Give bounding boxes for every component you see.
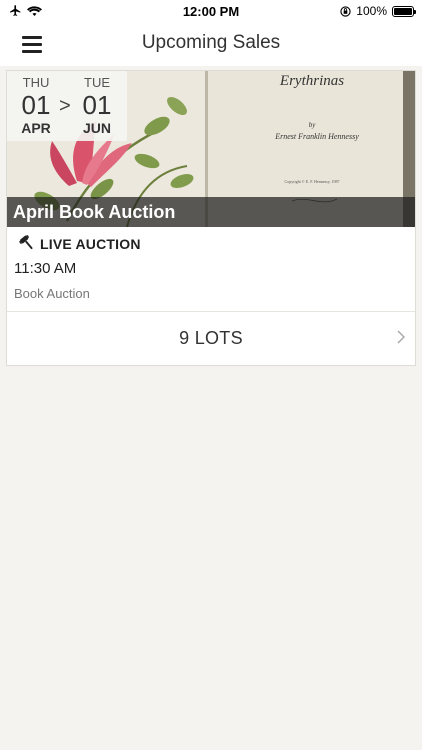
status-right: 100% xyxy=(340,4,416,18)
auction-type: LIVE AUCTION xyxy=(17,235,141,252)
sale-title[interactable]: April Book Auction xyxy=(13,202,175,223)
end-day-of-week: TUE xyxy=(84,75,110,90)
end-date: TUE 01 JUN xyxy=(76,75,118,136)
auction-type-label: LIVE AUCTION xyxy=(40,235,141,252)
sale-image[interactable]: Erythrinas by Ernest Franklin Hennessy C… xyxy=(7,71,415,227)
sale-time: 11:30 AM xyxy=(14,260,77,277)
sale-card[interactable]: Erythrinas by Ernest Franklin Hennessy C… xyxy=(6,70,416,366)
date-separator: > xyxy=(59,95,71,117)
image-book-author: Ernest Franklin Hennessy xyxy=(274,132,359,141)
start-day-of-week: THU xyxy=(22,75,50,90)
start-month: APR xyxy=(21,120,51,136)
end-day: 01 xyxy=(82,90,112,120)
battery-icon xyxy=(392,5,416,17)
orientation-lock-icon xyxy=(340,5,351,17)
sale-title-bar: April Book Auction xyxy=(7,197,415,227)
end-month: JUN xyxy=(82,120,111,136)
chevron-right-icon xyxy=(397,330,405,344)
page-title: Upcoming Sales xyxy=(141,32,281,53)
image-book-by: by xyxy=(309,121,317,129)
status-bar: 12:00 PM 100% xyxy=(0,0,422,24)
battery-percent: 100% xyxy=(356,4,387,18)
lots-button[interactable]: 9 LOTS xyxy=(7,312,415,366)
image-book-title: Erythrinas xyxy=(279,73,344,89)
start-day: 01 xyxy=(21,90,51,120)
sale-category: Book Auction xyxy=(14,286,90,301)
gavel-icon xyxy=(19,235,33,250)
date-range: THU 01 APR > TUE 01 JUN xyxy=(7,71,127,141)
lots-label: 9 LOTS xyxy=(179,328,243,348)
start-date: THU 01 APR xyxy=(15,75,57,136)
nav-bar: Upcoming Sales xyxy=(0,24,422,66)
